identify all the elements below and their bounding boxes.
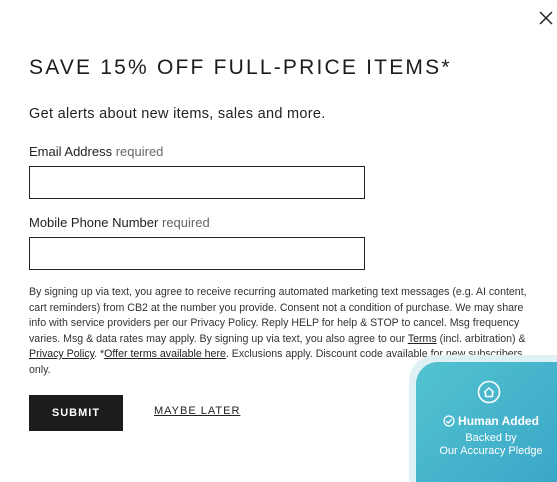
accuracy-badge[interactable]: Human Added Backed by Our Accuracy Pledg… (416, 362, 557, 482)
phone-label: Mobile Phone Number required (29, 215, 210, 230)
email-label: Email Address required (29, 144, 163, 159)
subheadline: Get alerts about new items, sales and mo… (29, 106, 326, 122)
close-icon[interactable] (537, 9, 555, 27)
maybe-later-link[interactable]: MAYBE LATER (154, 405, 240, 417)
email-label-text: Email Address (29, 144, 113, 159)
page-title: SAVE 15% OFF FULL-PRICE ITEMS* (29, 56, 452, 79)
phone-required-text: required (161, 215, 210, 230)
legal-text-2: (incl. arbitration) & (436, 332, 526, 345)
submit-button[interactable]: SUBMIT (29, 395, 123, 431)
badge-subtitle: Backed by Our Accuracy Pledge (416, 432, 557, 458)
badge-line-2: Our Accuracy Pledge (439, 445, 543, 457)
legal-text-3: . * (94, 348, 105, 360)
check-circle-icon (443, 415, 455, 430)
privacy-policy-link[interactable]: Privacy Policy (29, 348, 94, 360)
terms-link[interactable]: Terms (408, 333, 437, 345)
badge-title: Human Added (416, 414, 557, 430)
badge-line-1: Backed by (465, 432, 517, 444)
phone-label-text: Mobile Phone Number (29, 215, 159, 230)
phone-field[interactable] (29, 237, 365, 270)
email-field[interactable] (29, 166, 365, 199)
badge-title-text: Human Added (458, 414, 539, 428)
email-required-text: required (115, 144, 164, 159)
offer-terms-link[interactable]: Offer terms available here (104, 348, 226, 360)
home-icon (477, 380, 501, 404)
